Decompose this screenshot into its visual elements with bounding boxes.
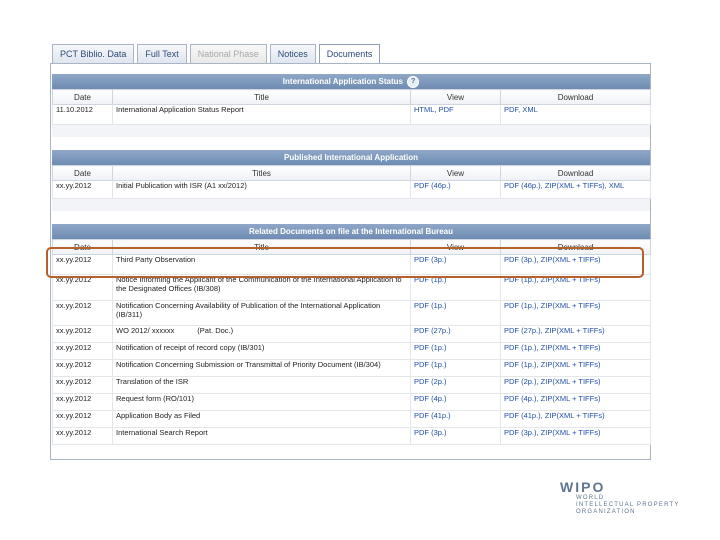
tab-documents[interactable]: Documents xyxy=(318,44,381,65)
tab-notices[interactable]: Notices xyxy=(269,44,316,63)
table-row: xx.yy.2012 Notification Concerning Submi… xyxy=(52,359,651,377)
view-link[interactable]: PDF (46p.) xyxy=(414,182,451,191)
logo-mark: WIPO xyxy=(560,479,606,495)
row-title: Notification Concerning Submission or Tr… xyxy=(112,359,411,377)
view-link[interactable]: PDF (3p.) xyxy=(414,429,447,438)
row-title: Application Body as Filed xyxy=(112,410,411,428)
view-link[interactable]: PDF (1p.) xyxy=(414,361,447,370)
view-link[interactable]: PDF (1p.) xyxy=(414,302,447,311)
view-link[interactable]: PDF (2p.) xyxy=(414,378,447,387)
view-link[interactable]: PDF (41p.) xyxy=(414,412,451,421)
section-gap xyxy=(52,125,650,137)
tab-bar: PCT Biblio. Data Full Text National Phas… xyxy=(52,44,383,65)
tab-full-text[interactable]: Full Text xyxy=(137,44,187,63)
download-link[interactable]: PDF (1p.), ZIP(XML + TIFFs) xyxy=(504,302,600,311)
published-table: Date Titles View Download xx.yy.2012 Ini… xyxy=(52,165,651,199)
table-row: xx.yy.2012 International Search Report P… xyxy=(52,427,651,445)
table-row: xx.yy.2012 Notice Informing the Applican… xyxy=(52,274,651,301)
row-title: International Search Report xyxy=(112,427,411,445)
published-section: Published International Application Date… xyxy=(52,150,651,211)
download-link[interactable]: PDF (1p.), ZIP(XML + TIFFs) xyxy=(504,344,600,353)
row-date: xx.yy.2012 xyxy=(52,274,113,301)
row-date: xx.yy.2012 xyxy=(52,427,113,445)
tab-national-phase: National Phase xyxy=(189,44,267,63)
status-table: Date Title View Download 11.10.2012 Inte… xyxy=(52,89,651,125)
status-section: International Application Status ? Date … xyxy=(52,74,651,137)
row-date: xx.yy.2012 xyxy=(52,376,113,394)
col-header-date: Date xyxy=(52,165,113,181)
logo-line-2: INTELLECTUAL PROPERTY xyxy=(576,502,680,508)
status-section-title-text: International Application Status xyxy=(282,77,403,86)
section-gap xyxy=(52,199,650,211)
download-link[interactable]: PDF, XML xyxy=(504,106,538,115)
table-row: xx.yy.2012 Notification of receipt of re… xyxy=(52,342,651,360)
row-date: xx.yy.2012 xyxy=(52,325,113,343)
download-link[interactable]: PDF (1p.), ZIP(XML + TIFFs) xyxy=(504,361,600,370)
row-date: xx.yy.2012 xyxy=(52,342,113,360)
col-header-download: Download xyxy=(500,89,651,105)
row-date: xx.yy.2012 xyxy=(52,359,113,377)
download-link[interactable]: PDF (3p.), ZIP(XML + TIFFs) xyxy=(504,429,600,438)
row-title: Translation of the ISR xyxy=(112,376,411,394)
table-row: xx.yy.2012 Application Body as Filed PDF… xyxy=(52,410,651,428)
row-title: International Application Status Report xyxy=(112,104,411,125)
view-link[interactable]: PDF (27p.) xyxy=(414,327,451,336)
row-date: xx.yy.2012 xyxy=(52,300,113,326)
published-section-title: Published International Application xyxy=(52,150,650,165)
logo-line-1: WORLD xyxy=(576,495,605,501)
download-link[interactable]: PDF (46p.), ZIP(XML + TIFFs), XML xyxy=(504,182,624,191)
info-icon[interactable]: ? xyxy=(407,75,420,88)
logo-line-3: ORGANIZATION xyxy=(576,509,636,515)
col-header-title: Title xyxy=(112,89,411,105)
download-link[interactable]: PDF (2p.), ZIP(XML + TIFFs) xyxy=(504,378,600,387)
row-date: xx.yy.2012 xyxy=(52,180,113,199)
col-header-view: View xyxy=(410,165,501,181)
view-link[interactable]: HTML, PDF xyxy=(414,106,454,115)
download-link[interactable]: PDF (27p.), ZIP(XML + TIFFs) xyxy=(504,327,605,336)
table-row: xx.yy.2012 Request form (RO/101) PDF (4p… xyxy=(52,393,651,411)
table-row: xx.yy.2012 Notification Concerning Avail… xyxy=(52,300,651,326)
tab-pct-biblio-data[interactable]: PCT Biblio. Data xyxy=(52,44,135,63)
col-header-view: View xyxy=(410,89,501,105)
row-title: Request form (RO/101) xyxy=(112,393,411,411)
row-title: WO 2012/ xxxxxx (Pat. Doc.) xyxy=(112,325,411,343)
row-date: xx.yy.2012 xyxy=(52,393,113,411)
row-title: Notification of receipt of record copy (… xyxy=(112,342,411,360)
table-row: xx.yy.2012 WO 2012/ xxxxxx (Pat. Doc.) P… xyxy=(52,325,651,343)
col-header-title: Titles xyxy=(112,165,411,181)
related-section-title: Related Documents on file at the Interna… xyxy=(52,224,650,239)
highlight-box xyxy=(46,247,644,278)
col-header-download: Download xyxy=(500,165,651,181)
row-title: Notice Informing the Applicant of the Co… xyxy=(112,274,411,301)
view-link[interactable]: PDF (1p.) xyxy=(414,344,447,353)
row-date: xx.yy.2012 xyxy=(52,410,113,428)
row-date: 11.10.2012 xyxy=(52,104,113,125)
table-row: 11.10.2012 International Application Sta… xyxy=(52,104,651,125)
table-row: xx.yy.2012 Initial Publication with ISR … xyxy=(52,180,651,199)
download-link[interactable]: PDF (4p.), ZIP(XML + TIFFs) xyxy=(504,395,600,404)
download-link[interactable]: PDF (41p.), ZIP(XML + TIFFs) xyxy=(504,412,605,421)
status-section-title: International Application Status ? xyxy=(52,74,650,89)
row-title: Initial Publication with ISR (A1 xx/2012… xyxy=(112,180,411,199)
view-link[interactable]: PDF (4p.) xyxy=(414,395,447,404)
wipo-logo: WIPO WORLD INTELLECTUAL PROPERTY ORGANIZ… xyxy=(560,479,680,516)
table-row: xx.yy.2012 Translation of the ISR PDF (2… xyxy=(52,376,651,394)
row-title: Notification Concerning Availability of … xyxy=(112,300,411,326)
col-header-date: Date xyxy=(52,89,113,105)
